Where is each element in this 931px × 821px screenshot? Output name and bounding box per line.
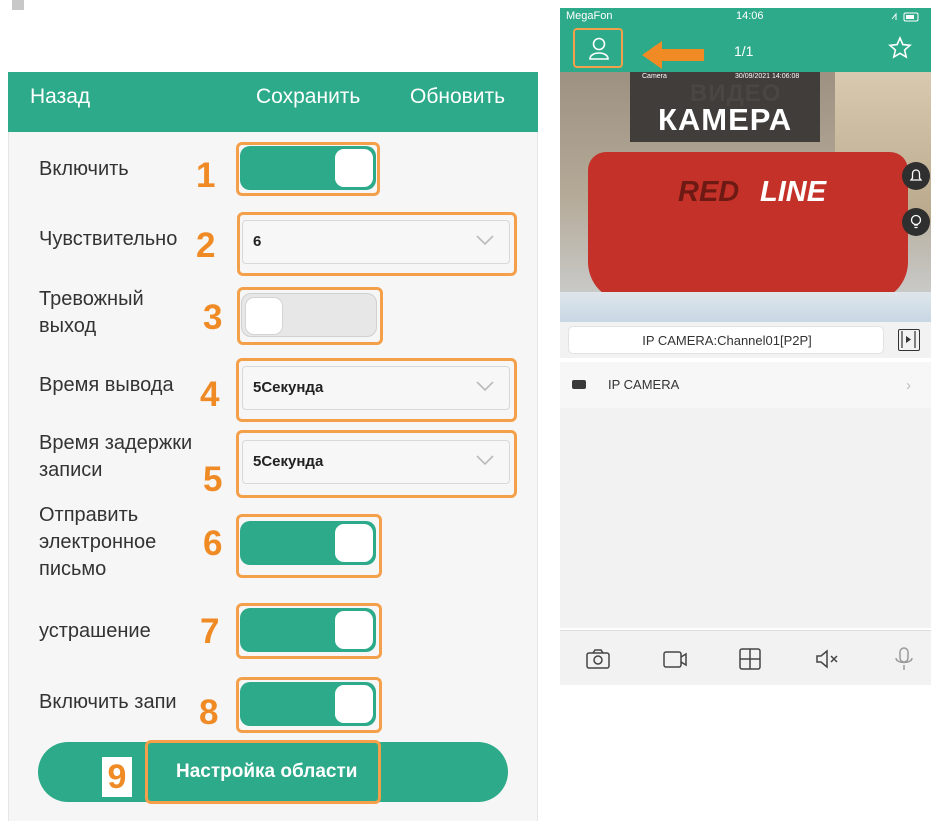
bottom-toolbar [560,630,931,685]
deterrence-toggle[interactable] [240,608,376,652]
enable-toggle[interactable] [240,146,376,190]
marker-5: 5 [203,460,223,499]
alarm-out-toggle[interactable] [241,293,377,337]
toggle-knob [335,524,373,562]
alarm-out-label: Тревожный выход [39,288,144,337]
marker-2: 2 [196,226,216,265]
send-email-label: Отправить электронное письмо [39,504,157,580]
marker-7: 7 [200,612,220,651]
refresh-button[interactable]: Обновить [410,85,505,109]
enable-label: Включить [39,158,129,180]
toggle-knob [335,685,373,723]
output-time-label: Время вывода [39,374,174,396]
device-list-area [560,408,931,628]
pointer-arrow-icon [642,41,704,69]
video-record-icon[interactable] [661,645,689,673]
bullet-marker [12,0,24,10]
scene-red-box [588,152,908,302]
chevron-down-icon [476,235,494,246]
device-list-item[interactable]: IP CAMERA › [560,362,931,408]
marker-9: 9 [102,757,132,797]
back-button[interactable]: Назад [30,85,90,109]
user-icon [589,37,609,60]
chevron-right-icon: › [906,377,911,394]
scene-logo-line: LINE [760,176,827,208]
microphone-icon[interactable] [890,645,918,673]
camera-icon[interactable] [584,645,612,673]
sensitivity-label: Чувствительно [39,228,178,250]
grid-icon[interactable] [736,645,764,673]
alarm-bell-icon[interactable] [902,162,930,190]
record-delay-select[interactable]: 5Секунда [242,440,510,484]
toggle-knob [335,149,373,187]
favorite-star-icon[interactable] [888,36,912,60]
enable-record-label: Включить запи [39,691,177,713]
app-header: MegaFon 14:06 1/1 [560,8,931,72]
status-time: 14:06 [736,10,764,22]
sensitivity-value: 6 [253,233,262,250]
page-indicator: 1/1 [734,43,754,59]
output-time-select[interactable]: 5Секунда [242,366,510,410]
play-glyph [901,331,916,348]
camera-app-screen: MegaFon 14:06 1/1 Camera 30/09/2021 14:0… [560,8,931,685]
deterrence-label: устрашение [39,620,151,642]
chevron-down-icon [476,381,494,392]
scene-logo-red: RED [678,176,740,208]
output-time-value: 5Секунда [253,379,324,396]
save-button[interactable]: Сохранить [256,85,360,109]
light-bulb-icon[interactable] [902,208,930,236]
playback-icon[interactable] [898,329,920,351]
device-name: IP CAMERA [608,377,680,392]
marker-3: 3 [203,298,223,337]
bell-glyph [909,169,923,181]
channel-bar: IP CAMERA:Channel01[P2P] [560,322,931,358]
marker-6: 6 [203,524,223,563]
toggle-knob [245,297,283,335]
mute-icon[interactable] [813,645,841,673]
scene-text-kamera: КАМЕРА [658,102,793,137]
sensitivity-select[interactable]: 6 [242,220,510,264]
record-delay-value: 5Секунда [253,453,324,470]
channel-selector[interactable]: IP CAMERA:Channel01[P2P] [568,326,884,354]
scene-floor [560,292,931,322]
user-account-button[interactable] [573,28,623,68]
send-email-toggle[interactable] [240,521,376,565]
toggle-knob [335,611,373,649]
motion-settings-panel: Назад Сохранить Обновить Включить 1 Чувс… [8,72,538,821]
enable-record-toggle[interactable] [240,682,376,726]
channel-label: IP CAMERA:Channel01[P2P] [642,333,812,348]
camera-name-overlay: Camera [642,73,667,80]
device-icon [572,380,586,389]
carrier-label: MegaFon [566,10,613,22]
highlight-box-9 [145,740,381,804]
bulb-glyph [910,214,922,229]
chevron-down-icon [476,455,494,466]
settings-header: Назад Сохранить Обновить [8,72,538,132]
settings-body: Включить 1 Чувствительно 2 6 Тревожный в… [8,132,538,821]
record-delay-label: Время задержки записи [39,432,193,481]
marker-1: 1 [196,156,216,195]
camera-live-view[interactable]: Camera 30/09/2021 14:06:08 ВИДЕО КАМЕРА … [560,72,931,322]
marker-4: 4 [200,375,220,414]
camera-timestamp: 30/09/2021 14:06:08 [735,73,800,80]
marker-8: 8 [199,693,219,732]
battery-icon [891,12,919,22]
